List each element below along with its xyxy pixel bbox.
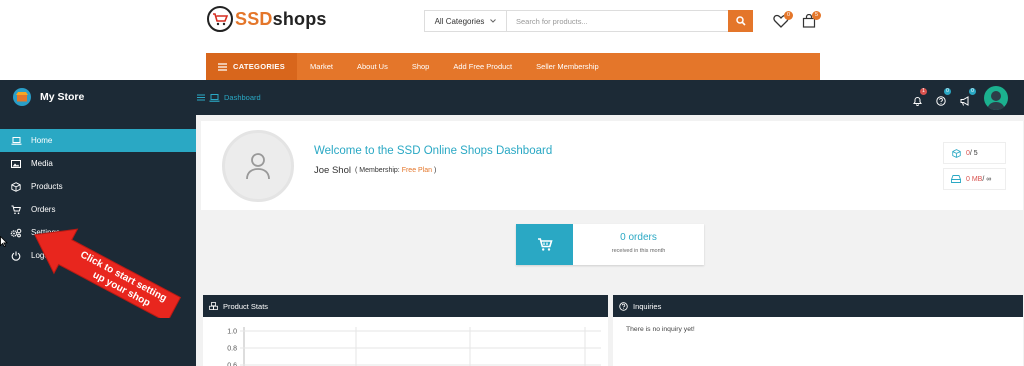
y-tick-label: 1.0 bbox=[227, 329, 237, 336]
sidebar-item-media[interactable]: Media bbox=[0, 152, 196, 175]
inquiries-title: Inquiries bbox=[633, 301, 662, 311]
help-icon bbox=[619, 301, 628, 311]
menu-toggle-icon[interactable] bbox=[197, 94, 205, 101]
cart-icon bbox=[537, 237, 553, 251]
orders-card-icon-box bbox=[516, 224, 573, 265]
no-inquiry-message: There is no inquiry yet! bbox=[626, 326, 695, 333]
callout-arrow-icon: Click to start setting up your shop bbox=[34, 228, 182, 323]
wishlist-badge: 0 bbox=[784, 11, 793, 20]
sidebar-item-home[interactable]: Home bbox=[0, 129, 196, 152]
storage-used: 0 MB bbox=[966, 175, 983, 183]
storage-quota: 0 MB / ∞ bbox=[943, 168, 1006, 190]
announcements-badge: 0 bbox=[969, 88, 976, 95]
store-logo-icon bbox=[13, 88, 31, 106]
search-bar: All Categories Search for products... bbox=[424, 10, 753, 32]
product-stats-title: Product Stats bbox=[223, 301, 269, 311]
wishlist-button[interactable]: 0 bbox=[773, 11, 793, 33]
hamburger-icon bbox=[218, 62, 227, 71]
search-icon bbox=[735, 16, 746, 26]
brand-part1: SSD bbox=[235, 8, 273, 29]
laptop-icon bbox=[209, 93, 220, 102]
product-quota: 0 / 5 bbox=[943, 142, 1006, 164]
ssdshops-logo[interactable]: SSDshops bbox=[207, 6, 327, 32]
setup-callout: Click to start setting up your shop bbox=[6, 223, 196, 323]
category-select-value: All Categories bbox=[434, 16, 485, 26]
help-badge: 0 bbox=[944, 88, 951, 95]
dashboard-topbar: My Store Dashboard 1 0 0 bbox=[0, 80, 1024, 115]
nav-item-shop[interactable]: Shop bbox=[412, 62, 430, 71]
sidebar-item-label: Products bbox=[31, 182, 63, 191]
store-header: SSDshops All Categories Search for produ… bbox=[0, 0, 1024, 53]
laptop-icon bbox=[9, 136, 23, 145]
box-icon bbox=[9, 181, 23, 192]
products-total: / 5 bbox=[969, 149, 978, 157]
bell-icon bbox=[913, 97, 922, 106]
breadcrumb: Dashboard bbox=[197, 93, 261, 102]
welcome-title: Welcome to the SSD Online Shops Dashboar… bbox=[314, 145, 553, 157]
y-tick-label: 0.6 bbox=[227, 363, 237, 366]
image-icon bbox=[9, 159, 23, 168]
product-stats-chart: 1.0 0.8 0.6 bbox=[227, 327, 601, 366]
sidebar-item-orders[interactable]: Orders bbox=[0, 198, 196, 221]
help-icon bbox=[936, 96, 946, 106]
nav-item-market[interactable]: Market bbox=[310, 62, 333, 71]
inquiries-panel: Inquiries There is no inquiry yet! bbox=[613, 295, 1023, 366]
cart-badge: 5 bbox=[812, 11, 821, 20]
y-tick-label: 0.8 bbox=[227, 346, 237, 353]
cart-button[interactable]: 5 bbox=[802, 11, 821, 33]
orders-count: 0 orders bbox=[620, 232, 657, 243]
notifications-badge: 1 bbox=[920, 88, 927, 95]
inquiries-header: Inquiries bbox=[613, 295, 1023, 317]
boxes-icon bbox=[209, 302, 218, 310]
main-navigation: CATEGORIES Market About Us Shop Add Free… bbox=[206, 53, 820, 80]
orders-summary-card[interactable]: 0 orders received in this month bbox=[516, 224, 704, 265]
product-stats-panel: Product Stats 1.0 0.8 0.6 bbox=[203, 295, 608, 366]
membership-plan-link[interactable]: Free Plan bbox=[402, 167, 432, 174]
announcements-button[interactable]: 0 bbox=[960, 88, 976, 111]
sidebar-item-label: Media bbox=[31, 159, 53, 168]
store-title[interactable]: My Store bbox=[13, 88, 84, 106]
sidebar-item-products[interactable]: Products bbox=[0, 175, 196, 198]
hard-drive-icon bbox=[949, 175, 963, 183]
storage-total: / ∞ bbox=[982, 175, 992, 183]
orders-subtitle: received in this month bbox=[611, 248, 666, 254]
chevron-down-icon bbox=[490, 19, 497, 23]
sidebar-item-label: Home bbox=[31, 136, 53, 145]
product-stats-header: Product Stats bbox=[203, 295, 608, 317]
user-avatar[interactable] bbox=[984, 86, 1008, 110]
nav-item-seller-membership[interactable]: Seller Membership bbox=[536, 62, 599, 71]
store-name: My Store bbox=[40, 91, 85, 103]
notifications-button[interactable]: 1 bbox=[913, 88, 927, 111]
search-input[interactable]: Search for products... bbox=[507, 17, 728, 26]
cart-logo-icon bbox=[207, 6, 233, 32]
membership-suffix: ) bbox=[432, 167, 437, 174]
breadcrumb-dashboard[interactable]: Dashboard bbox=[224, 93, 261, 102]
megaphone-icon bbox=[960, 96, 969, 106]
user-name: Joe Shol bbox=[314, 165, 351, 176]
categories-menu-button[interactable]: CATEGORIES bbox=[206, 53, 298, 80]
nav-item-about-us[interactable]: About Us bbox=[357, 62, 388, 71]
user-silhouette-icon bbox=[246, 153, 270, 180]
box-icon bbox=[949, 148, 963, 158]
category-select[interactable]: All Categories bbox=[425, 11, 507, 31]
membership-info: ( Membership: Free Plan ) bbox=[355, 167, 436, 174]
brand-part2: shops bbox=[272, 8, 327, 29]
help-button[interactable]: 0 bbox=[936, 88, 951, 111]
search-button[interactable] bbox=[728, 10, 753, 32]
sidebar-item-label: Orders bbox=[31, 205, 56, 214]
nav-item-add-free-product[interactable]: Add Free Product bbox=[453, 62, 512, 71]
profile-picture[interactable] bbox=[222, 130, 294, 202]
categories-label: CATEGORIES bbox=[233, 62, 286, 71]
membership-prefix: ( Membership: bbox=[355, 167, 402, 174]
cart-icon bbox=[9, 205, 23, 215]
